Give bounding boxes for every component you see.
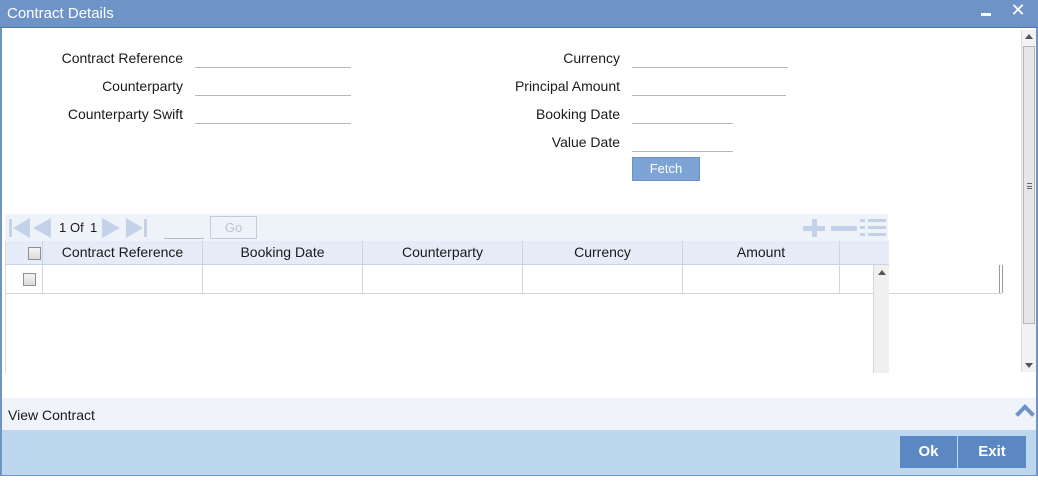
single-view-icon[interactable] (860, 217, 886, 239)
column-header-currency[interactable]: Currency (523, 241, 683, 265)
next-page-icon[interactable] (102, 218, 122, 238)
principal-amount-label: Principal Amount (514, 78, 620, 94)
chevron-up-icon[interactable] (1014, 403, 1036, 417)
contracts-grid: Contract Reference Booking Date Counterp… (5, 241, 1002, 373)
column-header-booking-date[interactable]: Booking Date (203, 241, 363, 265)
booking-date-label: Booking Date (535, 106, 620, 122)
minimize-icon[interactable] (977, 3, 995, 21)
grid-toolbar: 1 Of 1 Go (5, 214, 888, 241)
cell-amount[interactable] (683, 265, 840, 294)
grid-resize-handle[interactable] (999, 265, 1003, 293)
scroll-down-icon[interactable] (1025, 363, 1033, 368)
table-row[interactable] (6, 265, 1002, 294)
counterparty-field[interactable] (195, 76, 351, 96)
select-all-cell (6, 241, 43, 265)
cell-currency[interactable] (523, 265, 683, 294)
exit-button[interactable]: Exit (958, 436, 1026, 468)
page-number-input[interactable] (164, 219, 204, 239)
window-title: Contract Details (7, 5, 114, 22)
value-date-field[interactable] (632, 132, 733, 152)
add-row-icon[interactable] (803, 219, 825, 237)
footer-section-bar (2, 398, 1036, 430)
last-page-icon[interactable] (126, 218, 148, 238)
first-page-icon[interactable] (9, 218, 31, 238)
currency-field[interactable] (632, 48, 788, 68)
counterparty-label: Counterparty (102, 78, 183, 94)
previous-page-icon[interactable] (33, 218, 53, 238)
scrollbar-thumb[interactable] (1023, 46, 1035, 324)
grip-icon (1027, 183, 1032, 189)
row-checkbox[interactable] (23, 273, 36, 286)
value-date-label: Value Date (551, 134, 620, 150)
total-pages: 1 (90, 220, 98, 235)
currency-label: Currency (563, 50, 620, 66)
fetch-button[interactable]: Fetch (632, 157, 700, 181)
footer-action-bar (2, 430, 1036, 475)
contract-reference-field[interactable] (195, 48, 351, 68)
page-of-label: Of (70, 220, 84, 235)
cell-counterparty[interactable] (363, 265, 523, 294)
counterparty-swift-field[interactable] (195, 104, 351, 124)
view-contract-label[interactable]: View Contract (8, 407, 95, 423)
column-header-amount[interactable]: Amount (683, 241, 840, 265)
close-icon[interactable]: ✕ (1007, 0, 1029, 22)
grid-vertical-scrollbar[interactable] (873, 265, 889, 373)
window-border-bottom (0, 475, 1038, 483)
go-button[interactable]: Go (210, 216, 257, 239)
delete-row-icon[interactable] (831, 226, 857, 231)
booking-date-field[interactable] (632, 104, 733, 124)
cell-booking-date[interactable] (203, 265, 363, 294)
column-header-counterparty[interactable]: Counterparty (363, 241, 523, 265)
principal-amount-field[interactable] (632, 76, 786, 96)
scroll-up-icon[interactable] (878, 270, 886, 275)
grid-header: Contract Reference Booking Date Counterp… (6, 241, 889, 265)
title-bar: Contract Details ✕ (0, 0, 1038, 28)
scroll-up-icon[interactable] (1025, 34, 1033, 39)
cell-contract-reference[interactable] (43, 265, 203, 294)
row-select-cell (6, 265, 43, 294)
ok-button[interactable]: Ok (900, 436, 957, 468)
window-vertical-scrollbar[interactable] (1021, 30, 1036, 372)
counterparty-swift-label: Counterparty Swift (67, 106, 183, 122)
select-all-checkbox[interactable] (28, 247, 41, 260)
current-page: 1 (59, 220, 67, 235)
contract-reference-label: Contract Reference (61, 50, 183, 66)
column-header-contract-reference[interactable]: Contract Reference (43, 241, 203, 265)
